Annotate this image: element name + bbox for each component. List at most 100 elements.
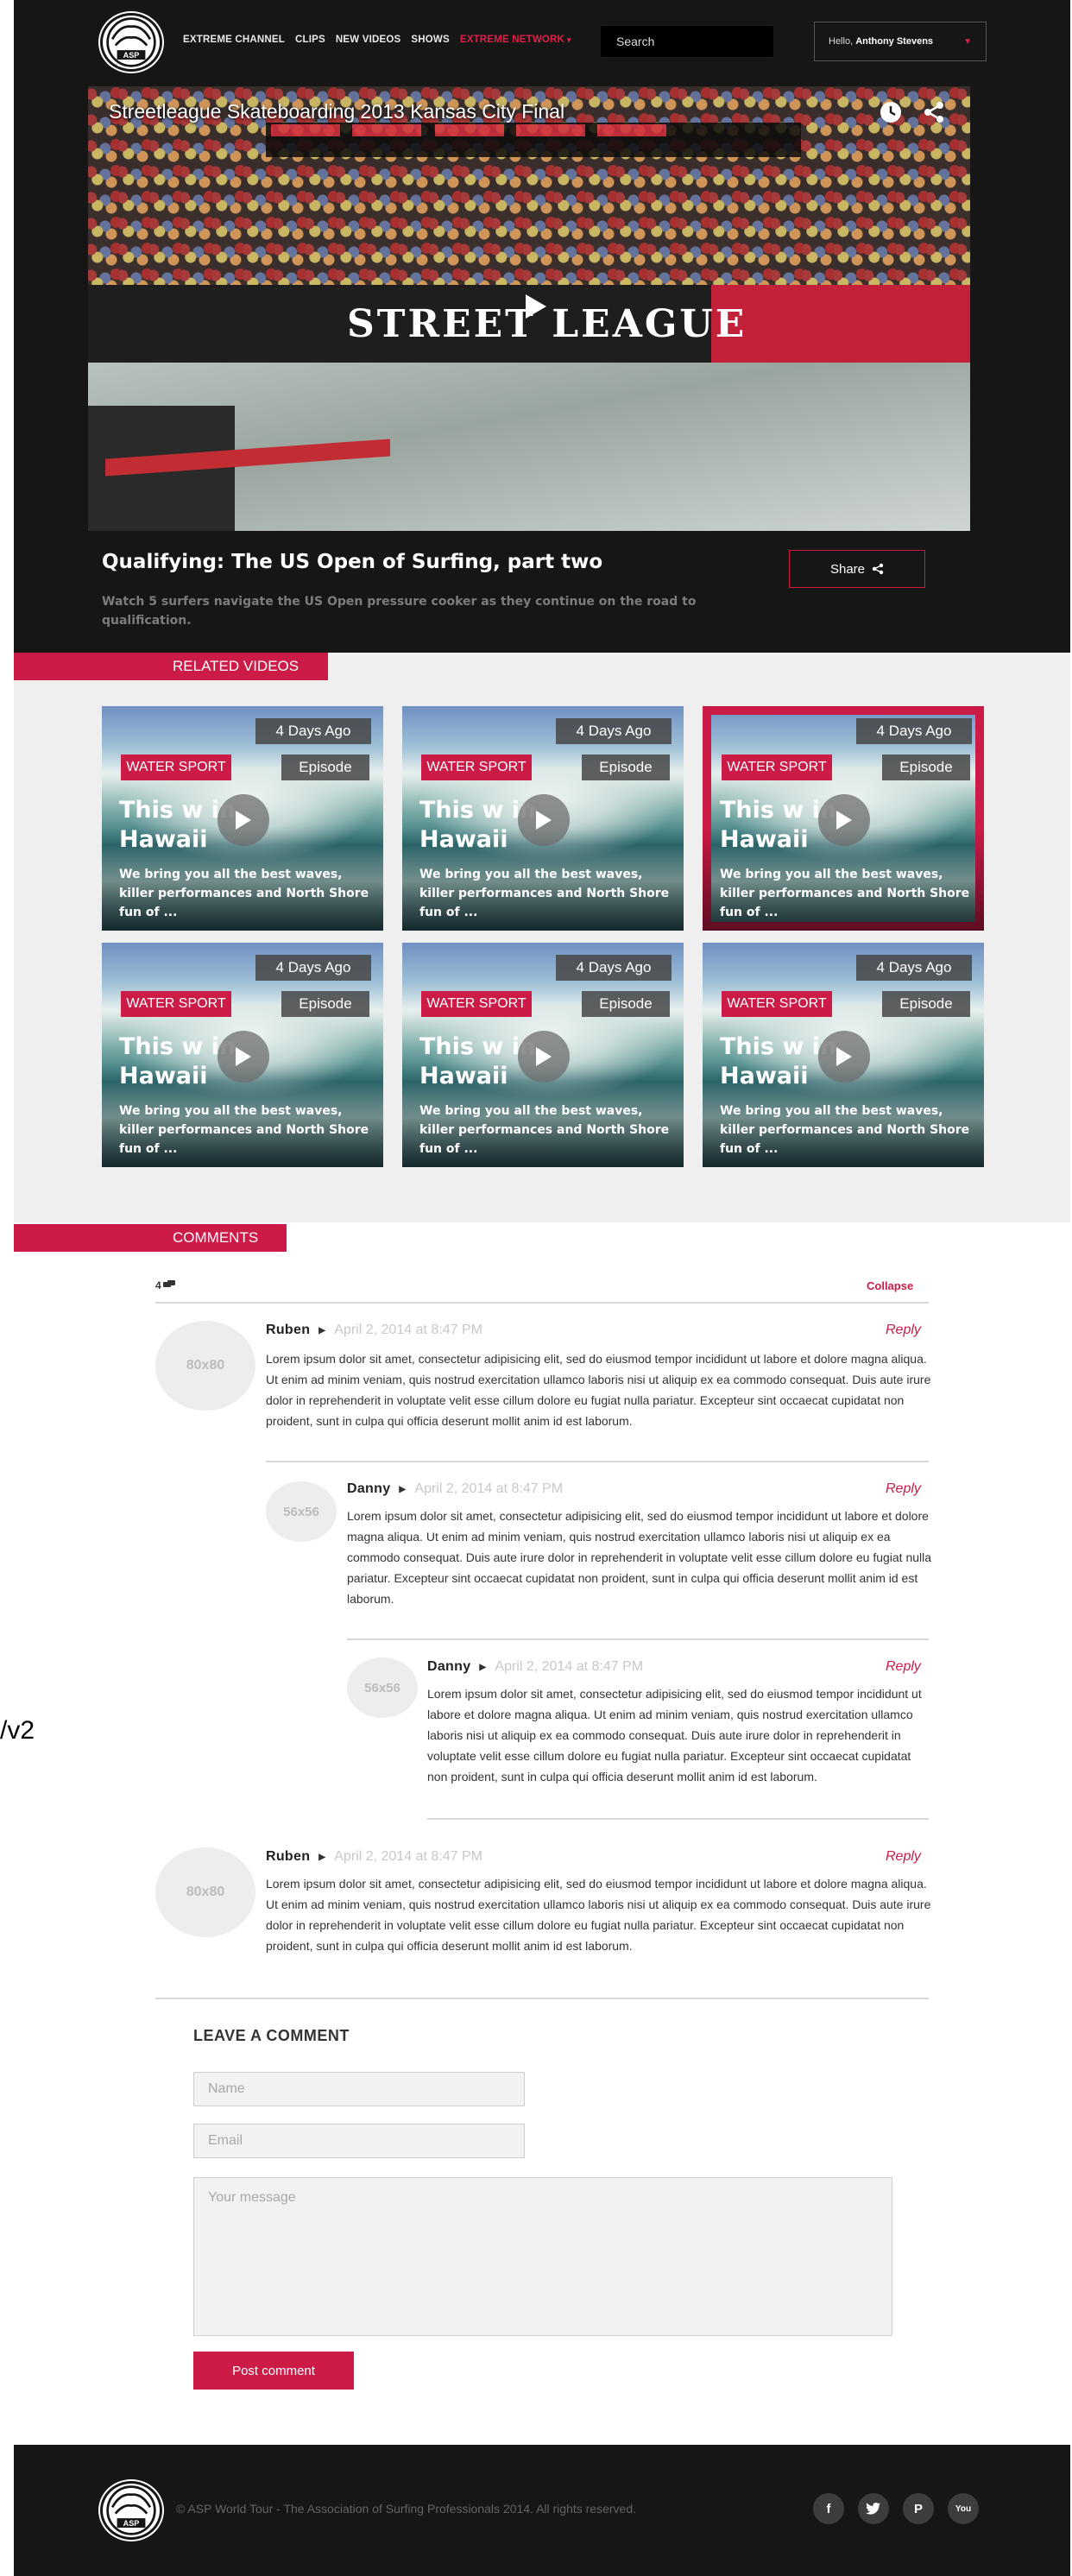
main-nav: EXTREME CHANNEL CLIPS NEW VIDEOS SHOWS E…: [183, 35, 571, 45]
comment-author: Ruben ▶ April 2, 2014 at 8:47 PM: [266, 1849, 482, 1865]
card-description: We bring you all the best waves, killer …: [720, 868, 970, 919]
play-icon[interactable]: [522, 289, 550, 324]
video-card[interactable]: 4 Days Ago WATER SPORT Episode This w in…: [102, 943, 383, 1167]
author-name[interactable]: Ruben: [266, 1323, 310, 1338]
card-description: We bring you all the best waves, killer …: [119, 868, 369, 919]
video-card[interactable]: 4 Days Ago WATER SPORT Episode This w in…: [102, 706, 383, 931]
video-card[interactable]: 4 Days Ago WATER SPORT Episode This w in…: [402, 706, 684, 931]
user-menu[interactable]: Hello, Anthony Stevens ▼: [814, 22, 987, 61]
asp-logo-icon: ASP: [106, 17, 156, 67]
message-field[interactable]: [193, 2177, 892, 2336]
video-scoreboard: [266, 123, 801, 157]
stray-page-text: /v2: [0, 1716, 35, 1745]
divider: [266, 1461, 929, 1462]
chevron-down-icon: ▾: [567, 35, 571, 44]
comment-date: April 2, 2014 at 8:47 PM: [334, 1849, 482, 1864]
divider: [427, 1818, 929, 1820]
card-type: Episode: [882, 754, 970, 780]
card-type: Episode: [582, 754, 670, 780]
card-type: Episode: [582, 991, 670, 1017]
author-name[interactable]: Ruben: [266, 1849, 310, 1865]
card-category[interactable]: WATER SPORT: [722, 754, 832, 780]
reply-link[interactable]: Reply: [886, 1481, 921, 1497]
comment-text: Lorem ipsum dolor sit amet, consectetur …: [347, 1509, 932, 1606]
email-field[interactable]: [193, 2124, 525, 2158]
comment-date: April 2, 2014 at 8:47 PM: [495, 1659, 644, 1674]
author-name[interactable]: Danny: [347, 1481, 390, 1497]
user-name: Anthony Stevens: [855, 36, 934, 47]
comments-tag: COMMENTS: [14, 1224, 287, 1252]
name-field[interactable]: [193, 2072, 525, 2106]
asp-logo-icon: ASP: [106, 2485, 156, 2535]
card-title: This w in Hawaii: [119, 797, 236, 853]
twitter-icon[interactable]: [858, 2493, 889, 2524]
share-button[interactable]: Share: [789, 550, 925, 588]
comment-author: Danny ▶ April 2, 2014 at 8:47 PM: [427, 1659, 643, 1675]
caret-right-icon: ▶: [479, 1662, 487, 1672]
card-title: This w in Hawaii: [720, 797, 837, 853]
card-type: Episode: [882, 991, 970, 1017]
card-category[interactable]: WATER SPORT: [121, 991, 231, 1017]
related-videos-tag: RELATED VIDEOS: [14, 653, 328, 680]
reply-link[interactable]: Reply: [886, 1323, 921, 1338]
author-name[interactable]: Danny: [427, 1659, 470, 1675]
card-title: This w in Hawaii: [119, 1033, 236, 1089]
nav-clips[interactable]: CLIPS: [295, 35, 325, 45]
user-greeting: Hello, Anthony Stevens: [829, 36, 933, 47]
video-player[interactable]: STREET LEAGUE Streetleague Skateboarding…: [88, 86, 970, 531]
video-card[interactable]: 4 Days Ago WATER SPORT Episode This w in…: [402, 943, 684, 1167]
top-section: ASP EXTREME CHANNEL CLIPS NEW VIDEOS SHO…: [14, 0, 1070, 653]
play-icon[interactable]: [818, 794, 870, 846]
pinterest-icon[interactable]: P: [903, 2493, 934, 2524]
card-description: We bring you all the best waves, killer …: [419, 1104, 670, 1156]
play-icon[interactable]: [518, 1031, 570, 1083]
comment-count-value: 4: [155, 1279, 161, 1291]
youtube-icon[interactable]: You: [948, 2493, 979, 2524]
avatar: 56x56: [266, 1481, 337, 1542]
comment-date: April 2, 2014 at 8:47 PM: [334, 1323, 482, 1337]
play-icon[interactable]: [218, 1031, 269, 1083]
nav-extreme-network[interactable]: EXTREME NETWORK ▾: [460, 35, 571, 45]
card-description: We bring you all the best waves, killer …: [119, 1104, 369, 1156]
clock-icon[interactable]: [879, 100, 903, 124]
search-box: [601, 26, 773, 57]
asp-logo[interactable]: ASP: [100, 13, 162, 72]
comments-label: COMMENTS: [173, 1229, 259, 1246]
video-description: Watch 5 surfers navigate the US Open pre…: [102, 595, 697, 628]
avatar: 56x56: [347, 1657, 418, 1718]
reply-link[interactable]: Reply: [886, 1849, 921, 1865]
card-age: 4 Days Ago: [856, 955, 972, 981]
nav-shows[interactable]: SHOWS: [411, 35, 449, 45]
footer: ASP © ASP World Tour - The Association o…: [14, 2445, 1070, 2576]
play-icon[interactable]: [818, 1031, 870, 1083]
copyright-text: © ASP World Tour - The Association of Su…: [176, 2502, 636, 2516]
play-icon[interactable]: [518, 794, 570, 846]
greeting-text: Hello,: [829, 36, 854, 47]
divider: [155, 1302, 929, 1304]
card-category[interactable]: WATER SPORT: [421, 991, 532, 1017]
share-icon[interactable]: [922, 100, 946, 124]
card-category[interactable]: WATER SPORT: [121, 754, 231, 780]
video-card[interactable]: 4 Days Ago WATER SPORT Episode This w in…: [703, 943, 984, 1167]
related-videos-label: RELATED VIDEOS: [173, 658, 300, 674]
nav-extreme-channel[interactable]: EXTREME CHANNEL: [183, 35, 285, 45]
reply-link[interactable]: Reply: [886, 1659, 921, 1675]
divider: [347, 1638, 929, 1640]
comment-text: Lorem ipsum dolor sit amet, consectetur …: [427, 1687, 922, 1784]
footer-logo[interactable]: ASP: [100, 2481, 162, 2540]
nav-new-videos[interactable]: NEW VIDEOS: [336, 35, 400, 45]
card-title: This w in Hawaii: [419, 1033, 537, 1089]
caret-right-icon: ▶: [318, 1325, 326, 1335]
comment-author: Ruben ▶ April 2, 2014 at 8:47 PM: [266, 1323, 482, 1338]
play-icon[interactable]: [218, 794, 269, 846]
search-input[interactable]: [616, 35, 772, 48]
facebook-icon[interactable]: f: [813, 2493, 844, 2524]
card-title: This w in Hawaii: [720, 1033, 837, 1089]
card-age: 4 Days Ago: [856, 718, 972, 744]
avatar: 80x80: [155, 1847, 255, 1937]
video-card[interactable]: 4 Days Ago WATER SPORT Episode This w in…: [703, 706, 984, 931]
collapse-link[interactable]: Collapse: [867, 1279, 913, 1292]
post-comment-button[interactable]: Post comment: [193, 2352, 354, 2390]
card-category[interactable]: WATER SPORT: [421, 754, 532, 780]
card-category[interactable]: WATER SPORT: [722, 991, 832, 1017]
